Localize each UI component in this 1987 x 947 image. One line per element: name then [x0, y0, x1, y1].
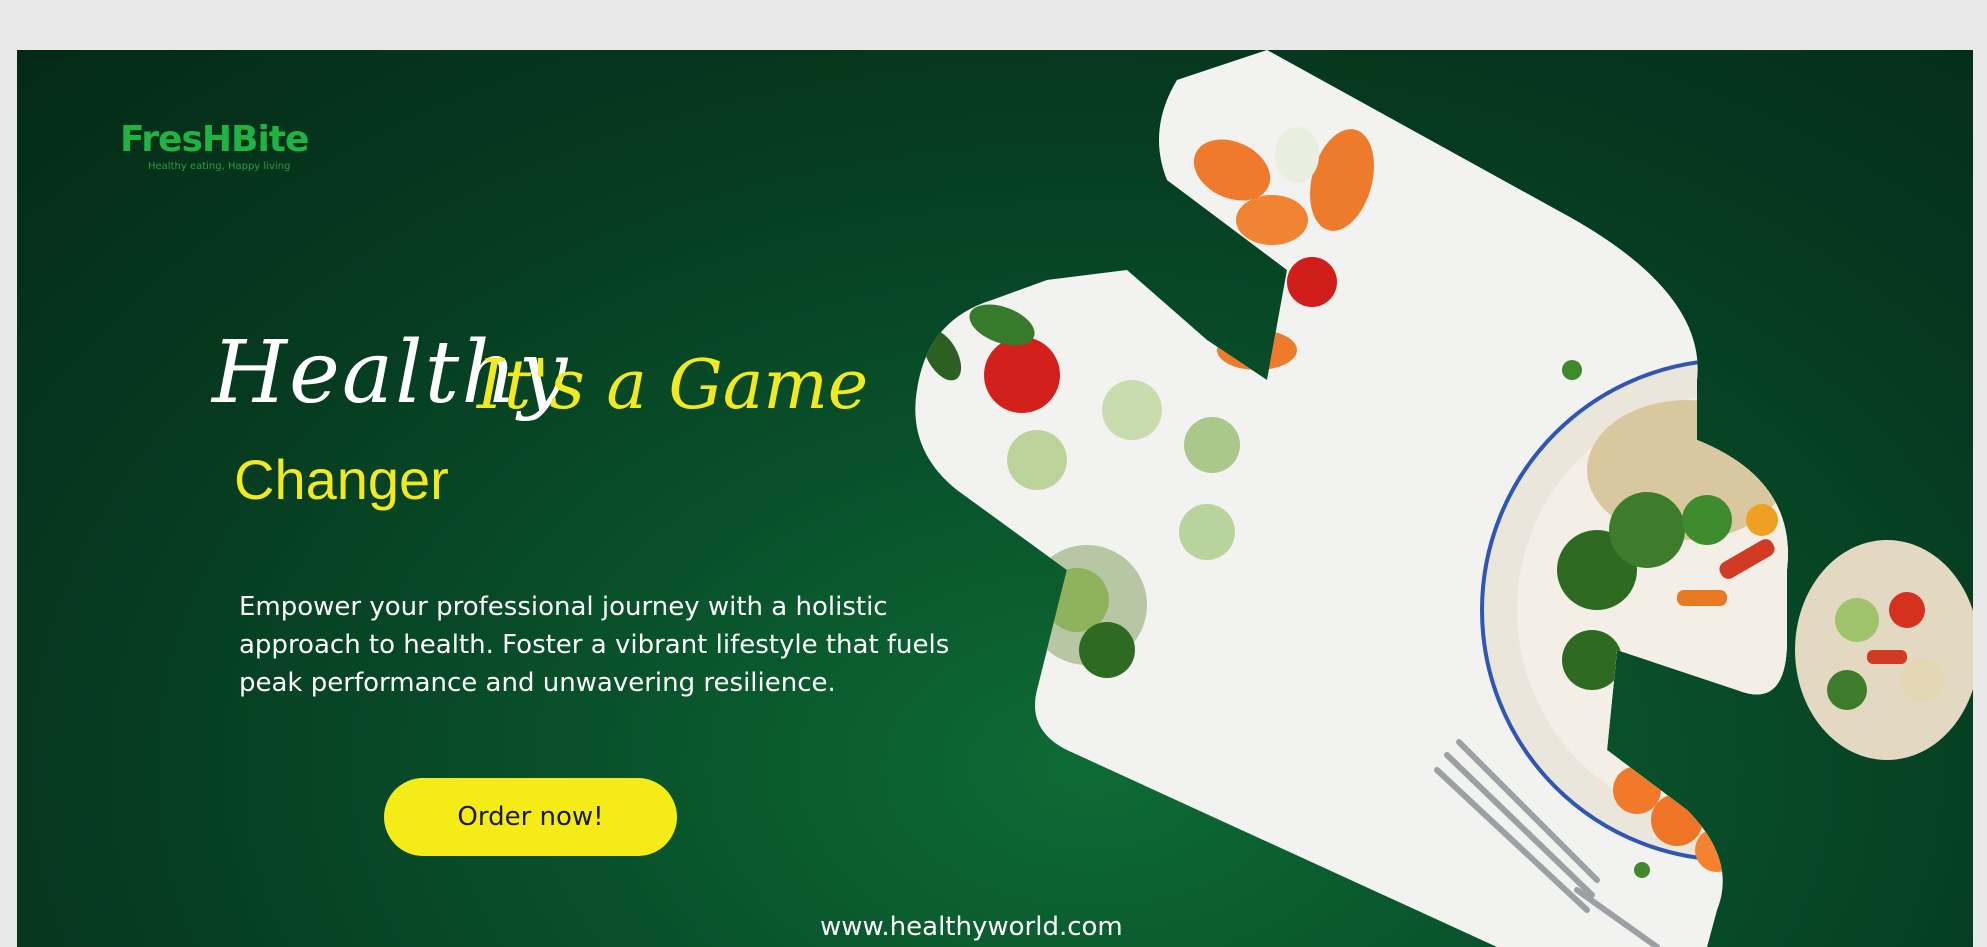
hero-banner: FresHBite Healthy eating, Happy living H…: [17, 50, 1973, 947]
website-url[interactable]: www.healthyworld.com: [820, 912, 1123, 942]
headline-game: It's a Game: [477, 346, 869, 425]
brand-logo: FresHBite Healthy eating, Happy living: [120, 119, 309, 173]
order-now-button[interactable]: Order now!: [384, 778, 677, 856]
headline-changer: Changer: [234, 448, 449, 511]
logo-tagline: Healthy eating, Happy living: [148, 161, 291, 172]
body-text: Empower your professional journey with a…: [239, 592, 950, 698]
logo-title: FresHBite: [120, 119, 309, 160]
